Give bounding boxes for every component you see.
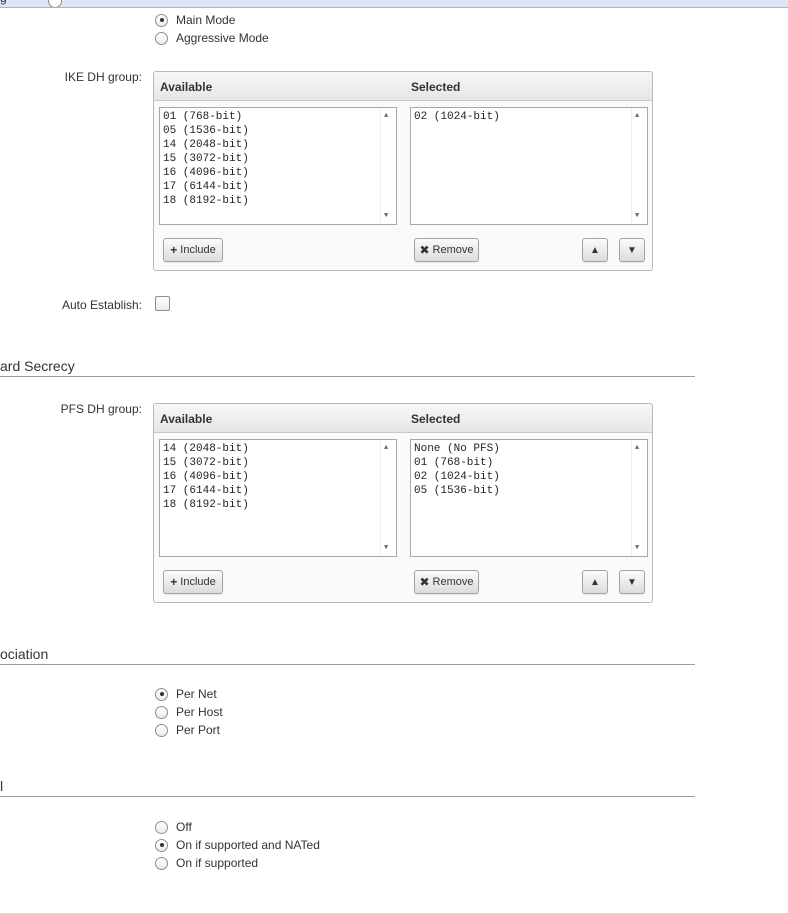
move-down-button[interactable]: ▼	[619, 238, 645, 262]
radio-label: Off	[176, 820, 192, 834]
list-option[interactable]: 15 (3072-bit)	[163, 456, 393, 470]
list-option[interactable]: 18 (8192-bit)	[163, 498, 393, 512]
list-option[interactable]: 05 (1536-bit)	[414, 484, 644, 498]
include-button[interactable]: + Include	[163, 570, 223, 594]
list-option[interactable]: 05 (1536-bit)	[163, 124, 393, 138]
available-header: Available	[160, 80, 213, 94]
list-scrollbar[interactable]: ▲ ▼	[380, 108, 396, 224]
scroll-down-icon[interactable]: ▼	[384, 212, 388, 220]
list-scrollbar[interactable]: ▲ ▼	[631, 108, 647, 224]
pfs-section-header: ard Secrecy	[0, 358, 695, 377]
pfs-selected-list[interactable]: None (No PFS) 01 (768-bit) 02 (1024-bit)…	[410, 439, 648, 557]
ike-selected-list[interactable]: 02 (1024-bit) ▲ ▼	[410, 107, 648, 225]
remove-button[interactable]: ✖ Remove	[414, 570, 479, 594]
scroll-up-icon[interactable]: ▲	[384, 444, 388, 452]
last-section-header: l	[0, 778, 695, 797]
list-option[interactable]: 16 (4096-bit)	[163, 470, 393, 484]
scroll-up-icon[interactable]: ▲	[384, 112, 388, 120]
scroll-up-icon[interactable]: ▲	[635, 112, 639, 120]
radio-main-mode[interactable]: Main Mode	[155, 11, 235, 29]
list-option[interactable]: 14 (2048-bit)	[163, 138, 393, 152]
radio-label: Per Host	[176, 705, 223, 719]
top-partial-radio[interactable]	[48, 0, 62, 7]
radio-button[interactable]	[155, 687, 168, 701]
plus-icon: +	[170, 575, 178, 589]
remove-label: Remove	[432, 244, 474, 256]
chevron-up-icon: ▲	[590, 576, 600, 588]
ike-available-list[interactable]: 01 (768-bit) 05 (1536-bit) 14 (2048-bit)…	[159, 107, 397, 225]
radio-on-if-supported-and-nated[interactable]: On if supported and NATed	[155, 836, 320, 854]
include-button[interactable]: + Include	[163, 238, 223, 262]
radio-label: Per Net	[176, 687, 217, 701]
radio-on-if-supported[interactable]: On if supported	[155, 854, 258, 872]
radio-button[interactable]	[155, 820, 168, 834]
move-up-button[interactable]: ▲	[582, 570, 608, 594]
auto-establish-label: Auto Establish:	[61, 298, 142, 312]
panel-header: Available Selected	[154, 72, 652, 101]
radio-per-port[interactable]: Per Port	[155, 721, 220, 739]
radio-per-host[interactable]: Per Host	[155, 703, 223, 721]
scroll-down-icon[interactable]: ▼	[635, 212, 639, 220]
section-title: ociation	[0, 646, 49, 662]
radio-off[interactable]: Off	[155, 818, 192, 836]
list-option[interactable]: 17 (6144-bit)	[163, 180, 393, 194]
available-header: Available	[160, 412, 213, 426]
pfs-dh-group-panel: Available Selected 14 (2048-bit) 15 (307…	[153, 403, 653, 603]
pfs-dh-group-label: PFS DH group:	[60, 402, 142, 416]
include-label: Include	[180, 576, 216, 588]
move-up-button[interactable]: ▲	[582, 238, 608, 262]
list-option[interactable]: 17 (6144-bit)	[163, 484, 393, 498]
move-down-button[interactable]: ▼	[619, 570, 645, 594]
chevron-down-icon: ▼	[627, 576, 637, 588]
radio-button[interactable]	[155, 723, 168, 737]
scroll-down-icon[interactable]: ▼	[635, 544, 639, 552]
list-option[interactable]: 01 (768-bit)	[414, 456, 644, 470]
ike-dh-group-label: IKE DH group:	[64, 70, 142, 84]
ike-dh-group-panel: Available Selected 01 (768-bit) 05 (1536…	[153, 71, 653, 271]
radio-button[interactable]	[155, 31, 168, 45]
panel-header: Available Selected	[154, 404, 652, 433]
list-option[interactable]: 02 (1024-bit)	[414, 110, 644, 124]
include-label: Include	[180, 244, 216, 256]
x-icon: ✖	[419, 243, 430, 257]
radio-label: Per Port	[176, 723, 221, 737]
top-partial-label: g	[0, 0, 7, 5]
section-title: ard Secrecy	[0, 358, 75, 374]
plus-icon: +	[170, 243, 178, 257]
radio-aggressive-mode[interactable]: Aggressive Mode	[155, 29, 269, 47]
list-option[interactable]: 14 (2048-bit)	[163, 442, 393, 456]
chevron-down-icon: ▼	[627, 244, 637, 256]
radio-per-net[interactable]: Per Net	[155, 685, 217, 703]
scroll-down-icon[interactable]: ▼	[384, 544, 388, 552]
list-scrollbar[interactable]: ▲ ▼	[631, 440, 647, 556]
remove-button[interactable]: ✖ Remove	[414, 238, 479, 262]
list-option[interactable]: 02 (1024-bit)	[414, 470, 644, 484]
radio-button[interactable]	[155, 856, 168, 870]
pfs-available-list[interactable]: 14 (2048-bit) 15 (3072-bit) 16 (4096-bit…	[159, 439, 397, 557]
chevron-up-icon: ▲	[590, 244, 600, 256]
auto-establish-checkbox[interactable]	[155, 296, 170, 311]
scroll-up-icon[interactable]: ▲	[635, 444, 639, 452]
top-partial-row: g	[0, 0, 788, 8]
radio-button[interactable]	[155, 838, 168, 852]
list-option[interactable]: 16 (4096-bit)	[163, 166, 393, 180]
radio-label: On if supported	[176, 856, 259, 870]
list-option[interactable]: 01 (768-bit)	[163, 110, 393, 124]
selected-header: Selected	[411, 412, 461, 426]
remove-label: Remove	[432, 576, 474, 588]
radio-button[interactable]	[155, 705, 168, 719]
radio-label: Aggressive Mode	[176, 31, 269, 45]
list-option[interactable]: None (No PFS)	[414, 442, 644, 456]
list-option[interactable]: 15 (3072-bit)	[163, 152, 393, 166]
radio-label: Main Mode	[176, 13, 236, 27]
list-scrollbar[interactable]: ▲ ▼	[380, 440, 396, 556]
section-title: l	[0, 778, 4, 794]
selected-header: Selected	[411, 80, 461, 94]
list-option[interactable]: 18 (8192-bit)	[163, 194, 393, 208]
association-section-header: ociation	[0, 646, 695, 665]
radio-label: On if supported and NATed	[176, 838, 320, 852]
radio-button[interactable]	[155, 13, 168, 27]
x-icon: ✖	[419, 575, 430, 589]
